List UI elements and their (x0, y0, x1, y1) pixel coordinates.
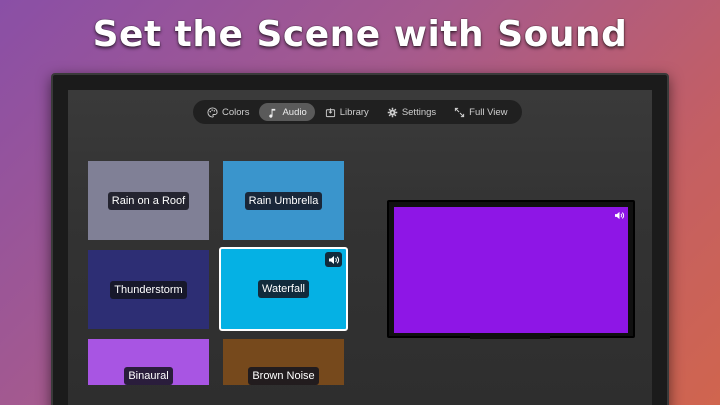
sound-tile-label: Rain on a Roof (107, 191, 190, 210)
speaker-icon (325, 252, 342, 267)
tv-screen: Colors Audio Library Settings Full View … (68, 90, 652, 405)
sound-tile-waterfall[interactable]: Waterfall (219, 247, 348, 331)
tab-bar: Colors Audio Library Settings Full View (193, 100, 522, 124)
sound-tile-label: Thunderstorm (110, 280, 187, 299)
sound-tile-label: Rain Umbrella (244, 191, 323, 210)
speaker-icon (613, 210, 625, 220)
tab-audio[interactable]: Audio (259, 103, 315, 121)
tab-library-label: Library (339, 106, 369, 118)
tab-colors[interactable]: Colors (199, 103, 257, 121)
sound-tile-label: Binaural (124, 367, 173, 385)
palette-icon (207, 106, 218, 118)
tab-library[interactable]: Library (317, 103, 377, 121)
tab-colors-label: Colors (222, 106, 250, 118)
preview-stand (470, 336, 550, 339)
tab-settings-label: Settings (401, 106, 437, 118)
headline: Set the Scene with Sound (92, 14, 628, 55)
preview-screen (394, 207, 628, 333)
tab-full-view-label: Full View (469, 106, 508, 118)
gear-icon (387, 107, 398, 117)
tab-settings[interactable]: Settings (379, 103, 444, 121)
expand-icon (455, 107, 465, 117)
preview-tv (387, 200, 635, 338)
sound-tile-thunderstorm[interactable]: Thunderstorm (88, 250, 209, 329)
sound-tile-rain-umbrella[interactable]: Rain Umbrella (223, 161, 344, 240)
sound-tile-rain-on-a-roof[interactable]: Rain on a Roof (88, 161, 209, 240)
sound-tile-brown-noise[interactable]: Brown Noise (223, 339, 344, 385)
tab-full-view[interactable]: Full View (446, 103, 515, 121)
music-note-icon (269, 108, 276, 118)
library-icon (325, 107, 335, 117)
sound-tile-binaural[interactable]: Binaural (88, 339, 209, 385)
sound-tile-label: Brown Noise (248, 367, 319, 385)
sound-tile-label: Waterfall (258, 280, 309, 298)
tab-audio-label: Audio (282, 106, 307, 118)
